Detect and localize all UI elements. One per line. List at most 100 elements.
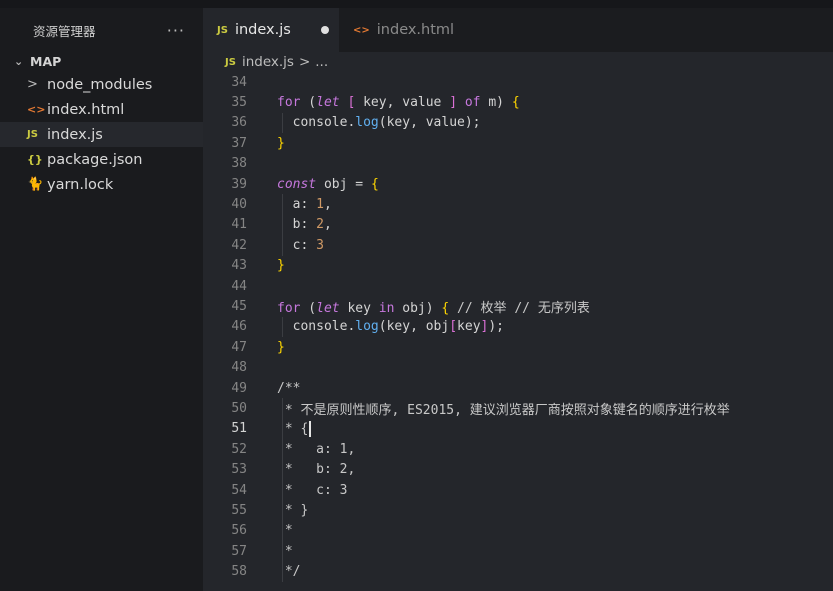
title-bar-strip bbox=[0, 0, 833, 8]
code-line[interactable]: 34 bbox=[203, 72, 833, 92]
code-line[interactable]: 55 * } bbox=[203, 500, 833, 520]
code-line[interactable]: 36 console.log(key, value); bbox=[203, 113, 833, 133]
tree-item-label: index.html bbox=[47, 101, 125, 118]
code-line[interactable]: 56 * bbox=[203, 521, 833, 541]
tab-index-js[interactable]: JS index.js bbox=[203, 8, 339, 52]
tree-item-index-html[interactable]: <> index.html bbox=[0, 97, 203, 122]
code-line[interactable]: 40 a: 1, bbox=[203, 194, 833, 214]
breadcrumb-more[interactable]: ... bbox=[315, 54, 328, 70]
line-number: 36 bbox=[231, 115, 247, 131]
code-line[interactable]: 49 /** bbox=[203, 378, 833, 398]
tree-item-package-json[interactable]: {} package.json bbox=[0, 147, 203, 172]
line-number: 51 bbox=[231, 421, 247, 437]
line-number: 34 bbox=[231, 74, 247, 90]
code-line[interactable]: 58 */ bbox=[203, 561, 833, 581]
indent-guide bbox=[282, 194, 283, 256]
yarn-icon: 🐈 bbox=[27, 177, 44, 192]
code-line[interactable]: 45 for (let key in obj) { // 枚举 // 无序列表 bbox=[203, 296, 833, 316]
tree-item-yarn-lock[interactable]: 🐈 yarn.lock bbox=[0, 172, 203, 197]
code-line[interactable]: 43} bbox=[203, 256, 833, 276]
line-number: 37 bbox=[231, 135, 247, 151]
indent-guide bbox=[282, 316, 283, 338]
breadcrumb-file[interactable]: index.js bbox=[242, 54, 294, 70]
js-file-icon: JS bbox=[27, 129, 38, 140]
line-code: for (let [ key, value ] of m) { bbox=[277, 95, 520, 111]
code-line[interactable]: 35 for (let [ key, value ] of m) { bbox=[203, 92, 833, 112]
line-number: 43 bbox=[231, 258, 247, 274]
line-number: 49 bbox=[231, 380, 247, 396]
line-code: /** bbox=[277, 380, 301, 396]
line-number: 38 bbox=[231, 156, 247, 172]
js-file-icon: JS bbox=[225, 56, 236, 68]
folder-name: MAP bbox=[30, 53, 62, 69]
html-file-icon: <> bbox=[27, 103, 46, 116]
line-code: * b: 2, bbox=[277, 462, 356, 478]
line-number: 52 bbox=[231, 441, 247, 457]
indent-guide bbox=[282, 112, 283, 134]
code-line[interactable]: 48 bbox=[203, 357, 833, 377]
tree-item-label: yarn.lock bbox=[47, 176, 114, 193]
line-code: const obj = { bbox=[277, 176, 379, 192]
line-number: 42 bbox=[231, 237, 247, 253]
unsaved-dot-icon[interactable] bbox=[321, 26, 329, 34]
line-number: 54 bbox=[231, 482, 247, 498]
folder-section-map[interactable]: ⌄ MAP bbox=[0, 50, 203, 72]
indent-guide bbox=[282, 398, 283, 582]
line-number: 44 bbox=[231, 278, 247, 294]
line-number: 41 bbox=[231, 217, 247, 233]
line-code: * c: 3 bbox=[277, 482, 348, 498]
code-line[interactable]: 54 * c: 3 bbox=[203, 480, 833, 500]
breadcrumb: JS index.js > ... bbox=[203, 52, 833, 72]
code-line[interactable]: 47} bbox=[203, 337, 833, 357]
tab-index-html[interactable]: <> index.html bbox=[339, 8, 493, 52]
line-code: */ bbox=[277, 564, 301, 580]
line-number: 50 bbox=[231, 400, 247, 416]
code-line[interactable]: 51 * { bbox=[203, 419, 833, 439]
code-line[interactable]: 41 b: 2, bbox=[203, 215, 833, 235]
editor-tabs: JS index.js <> index.html bbox=[203, 8, 833, 52]
code-line[interactable]: 44 bbox=[203, 276, 833, 296]
line-code: } bbox=[277, 339, 285, 355]
line-code: console.log(key, value); bbox=[277, 115, 481, 131]
code-line[interactable]: 42 c: 3 bbox=[203, 235, 833, 255]
line-number: 58 bbox=[231, 564, 247, 580]
editor-area: JS index.js <> index.html JS index.js > … bbox=[203, 8, 833, 591]
line-code: } bbox=[277, 135, 285, 151]
code-line[interactable]: 46 console.log(key, obj[key]); bbox=[203, 317, 833, 337]
line-code: b: 2, bbox=[277, 217, 332, 233]
line-code: * 不是原则性顺序, ES2015, 建议浏览器厂商按照对象键名的顺序进行枚举 bbox=[277, 402, 730, 418]
line-code: c: 3 bbox=[277, 237, 324, 253]
explorer-header: 资源管理器 ··· bbox=[0, 8, 203, 52]
line-number: 45 bbox=[231, 298, 247, 314]
chevron-down-icon: ⌄ bbox=[14, 54, 24, 68]
tree-item-node-modules[interactable]: > node_modules bbox=[0, 72, 203, 97]
code-line[interactable]: 38 bbox=[203, 154, 833, 174]
more-actions-icon[interactable]: ··· bbox=[167, 21, 185, 40]
code-line[interactable]: 39 const obj = { bbox=[203, 174, 833, 194]
js-file-icon: JS bbox=[217, 24, 228, 36]
line-code: } bbox=[277, 258, 285, 274]
code-editor[interactable]: 34 35 for (let [ key, value ] of m) {36 co… bbox=[203, 72, 833, 582]
explorer-title: 资源管理器 bbox=[33, 23, 96, 39]
line-number: 55 bbox=[231, 502, 247, 518]
text-cursor bbox=[309, 420, 312, 437]
code-line[interactable]: 57 * bbox=[203, 541, 833, 561]
line-code: * bbox=[277, 523, 293, 539]
code-line[interactable]: 52 * a: 1, bbox=[203, 439, 833, 459]
line-code: for (let key in obj) { // 枚举 // 无序列表 bbox=[277, 300, 590, 316]
json-file-icon: {} bbox=[27, 153, 43, 166]
tree-item-label: package.json bbox=[47, 151, 143, 168]
line-number: 47 bbox=[231, 339, 247, 355]
line-number: 46 bbox=[231, 319, 247, 335]
chevron-right-icon: > bbox=[27, 77, 38, 92]
explorer-sidebar: 资源管理器 ··· ⌄ MAP > node_modules <> index.… bbox=[0, 8, 203, 591]
line-number: 39 bbox=[231, 176, 247, 192]
line-code: * bbox=[277, 543, 293, 559]
line-number: 56 bbox=[231, 523, 247, 539]
code-line[interactable]: 53 * b: 2, bbox=[203, 459, 833, 479]
line-number: 57 bbox=[231, 543, 247, 559]
tree-item-index-js[interactable]: JS index.js bbox=[0, 122, 203, 147]
code-line[interactable]: 50 * 不是原则性顺序, ES2015, 建议浏览器厂商按照对象键名的顺序进行… bbox=[203, 398, 833, 418]
code-line[interactable]: 37} bbox=[203, 133, 833, 153]
tree-item-label: node_modules bbox=[47, 76, 153, 93]
